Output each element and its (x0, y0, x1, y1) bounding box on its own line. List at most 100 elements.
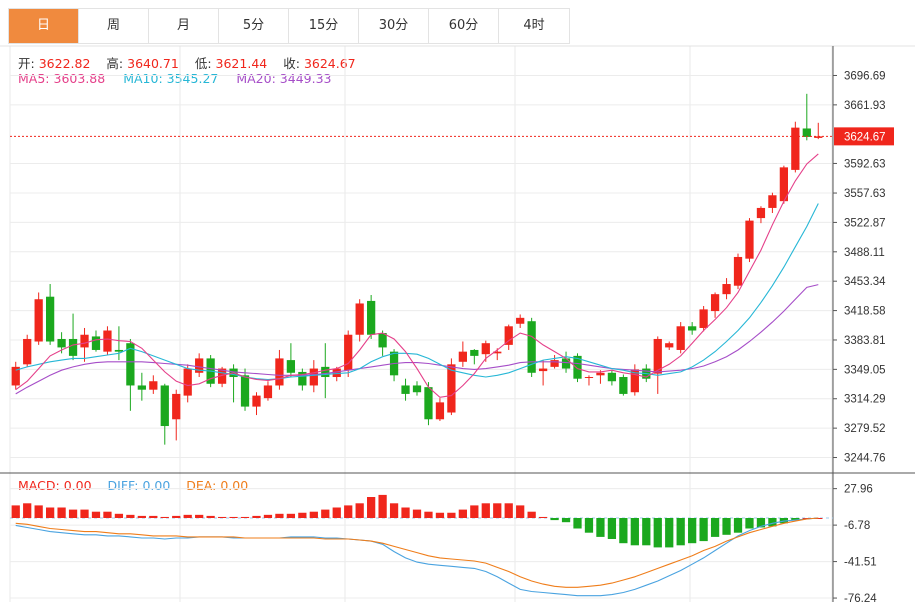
dea-line (15, 517, 819, 588)
candle-body (619, 377, 628, 394)
candle-body (458, 351, 467, 362)
macd-bar (183, 514, 192, 518)
y-tick-label: 3349.05 (844, 364, 886, 376)
candle-body (584, 377, 594, 379)
macd-bar (137, 515, 146, 518)
macd-y-tick-label: 27.96 (844, 484, 873, 496)
diff-line (15, 517, 819, 597)
y-tick-label: 3418.58 (844, 306, 886, 318)
y-tick-label: 3314.29 (844, 394, 886, 406)
macd-y-tick-label: -41.51 (844, 557, 877, 569)
macd-bar (688, 518, 697, 544)
y-tick-label: 3453.34 (844, 276, 886, 288)
candle-body (550, 360, 559, 367)
macd-bar (722, 518, 731, 535)
macd-bar (619, 518, 628, 544)
macd-bar (240, 516, 250, 518)
macd-bar (596, 518, 605, 537)
macd-bar (68, 509, 78, 518)
macd-bar (481, 503, 490, 518)
macd-y-tick-label: -76.24 (844, 593, 877, 602)
y-tick-label: 3592.63 (844, 158, 886, 170)
macd-bar (470, 505, 479, 518)
last-price-label: 3624.67 (844, 131, 886, 143)
macd-bar (401, 507, 410, 518)
candle-body (561, 358, 571, 369)
candle-body (401, 385, 410, 394)
macd-bar (584, 518, 594, 533)
candle-body (470, 349, 479, 356)
macd-bar (653, 518, 662, 548)
macd-bar (676, 518, 685, 546)
y-tick-label: 3488.11 (844, 247, 885, 259)
macd-bar (573, 518, 582, 529)
macd-bar (80, 509, 89, 518)
macd-bar (172, 515, 181, 518)
y-tick-label: 3383.81 (844, 335, 886, 347)
candle-body (688, 326, 697, 331)
ma5-line (15, 153, 819, 398)
macd-bar (642, 518, 651, 546)
kline-widget: 日 周 月 5分 15分 30分 60分 4时 开: 3622.82 高: 3640… (0, 0, 915, 602)
macd-bar (126, 514, 135, 518)
candle-body (424, 387, 433, 420)
candle-body (309, 368, 318, 386)
macd-bar (344, 505, 353, 518)
macd-bar (332, 507, 341, 518)
macd-bar (378, 494, 387, 518)
candle-body (378, 333, 387, 348)
candle-body (91, 336, 101, 350)
candle-body (68, 338, 78, 356)
candle-body (240, 375, 250, 407)
candle-body (481, 343, 490, 355)
macd-bar (23, 503, 32, 518)
ma10-line (15, 203, 819, 381)
y-tick-label: 3696.69 (844, 70, 886, 82)
candle-body (160, 385, 169, 427)
macd-bar (504, 503, 513, 518)
macd-bar (665, 518, 674, 548)
candle-body (447, 364, 456, 413)
ma20-line (15, 284, 819, 395)
candle-body (412, 385, 422, 393)
macd-bar (355, 503, 364, 518)
candle-body (699, 309, 708, 328)
candle-body (57, 338, 66, 348)
macd-bar (389, 503, 399, 518)
candle-body (504, 326, 513, 345)
macd-bar (11, 505, 20, 518)
macd-bar (91, 511, 101, 518)
candle-body (745, 220, 754, 259)
macd-bar (229, 516, 238, 518)
candle-body (710, 294, 720, 312)
macd-bar (160, 516, 169, 518)
y-tick-label: 3279.52 (844, 423, 886, 435)
macd-bar (733, 518, 743, 533)
macd-bar (217, 516, 227, 518)
candle-body (355, 303, 364, 335)
macd-bar (710, 518, 720, 537)
macd-bar (309, 511, 318, 518)
macd-bar (516, 505, 525, 518)
candle-body (756, 207, 766, 219)
macd-bar (447, 512, 456, 518)
macd-bar (45, 507, 55, 518)
macd-bar (424, 511, 433, 518)
macd-bar (252, 515, 261, 518)
chart-canvas[interactable]: 3696.69 3661.93 3592.63 3557.63 3522.87 3488.… (0, 0, 915, 602)
macd-bar (550, 518, 559, 521)
candle-body (516, 317, 525, 324)
candle-body (114, 349, 124, 352)
candle-body (367, 300, 376, 335)
macd-bar (149, 515, 158, 518)
candle-body (435, 402, 445, 420)
candle-body (607, 372, 617, 382)
macd-bar (699, 518, 708, 542)
macd-bar (195, 514, 204, 518)
candle-body (538, 368, 548, 372)
candle-body (45, 296, 55, 342)
candle-body (733, 256, 743, 286)
y-tick-label: 3244.76 (844, 453, 886, 465)
candle-body (676, 326, 685, 350)
candle-body (791, 127, 800, 170)
